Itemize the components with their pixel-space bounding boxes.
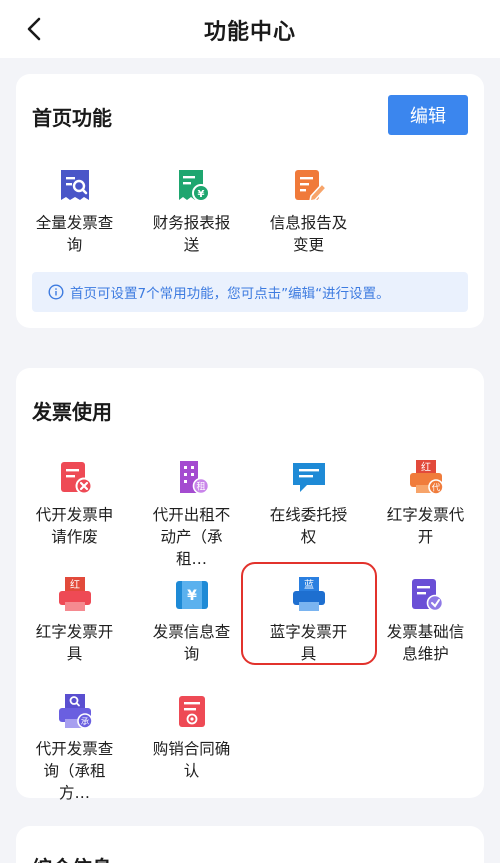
svg-text:红: 红 bbox=[70, 578, 80, 591]
svg-text:红: 红 bbox=[421, 461, 431, 474]
invoice-search-icon bbox=[60, 170, 89, 200]
invoice-item-label: 红字发票开具 bbox=[35, 623, 114, 663]
svg-text:承: 承 bbox=[80, 718, 89, 728]
invoice-item-label: 代开发票查询（承租方… bbox=[35, 740, 114, 802]
invoice-item-label: 购销合同确认 bbox=[152, 740, 231, 780]
invoice-item-void[interactable]: 代开发票申请作废 bbox=[16, 458, 133, 548]
invoice-info-icon: ¥ bbox=[175, 581, 208, 609]
home-tip-banner: 首页可设置7个常用功能，您可点击”编辑“进行设置。 bbox=[32, 272, 468, 312]
highlight-frame bbox=[241, 562, 377, 665]
contract-confirm-icon bbox=[178, 696, 205, 727]
invoice-item-label: 发票基础信息维护 bbox=[386, 623, 465, 663]
invoice-item-red-issue[interactable]: 红 红字发票开具 bbox=[16, 575, 133, 665]
invoice-item-maintain[interactable]: 发票基础信息维护 bbox=[367, 575, 484, 665]
invoice-item-label: 红字发票代开 bbox=[386, 506, 465, 546]
svg-text:¥: ¥ bbox=[197, 189, 204, 200]
home-functions-card: 首页功能 编辑 全量发票查询 ¥ 财务报表报送 信息报告及变更 首页可设置7个常… bbox=[16, 74, 484, 328]
svg-text:¥: ¥ bbox=[187, 588, 197, 604]
invoice-item-label: 代开出租不动产（承租… bbox=[152, 506, 231, 568]
svg-text:租: 租 bbox=[196, 482, 205, 493]
red-invoice-printer-icon: 红 bbox=[58, 577, 91, 611]
section-title-general: 综合信息 bbox=[32, 852, 112, 863]
financial-report-icon: ¥ bbox=[178, 170, 210, 202]
invoice-item-red-proxy[interactable]: 红 代 红字发票代开 bbox=[367, 458, 484, 548]
edit-button[interactable]: 编辑 bbox=[388, 95, 468, 135]
red-invoice-proxy-icon: 红 代 bbox=[409, 460, 444, 495]
invoice-item-contract[interactable]: 购销合同确认 bbox=[133, 692, 250, 782]
proxy-invoice-search-icon: 承 bbox=[58, 694, 93, 729]
home-item-financial-report[interactable]: ¥ 财务报表报送 bbox=[133, 166, 250, 256]
invoice-item-info-query[interactable]: ¥ 发票信息查询 bbox=[133, 575, 250, 665]
invoice-maintain-icon bbox=[411, 579, 443, 612]
home-item-label: 全量发票查询 bbox=[35, 214, 114, 254]
page-title: 功能中心 bbox=[203, 20, 296, 45]
info-icon bbox=[48, 284, 64, 300]
home-tip-text: 首页可设置7个常用功能，您可点击”编辑“进行设置。 bbox=[70, 286, 390, 302]
home-item-report-change[interactable]: 信息报告及变更 bbox=[250, 166, 367, 256]
invoice-item-authorize[interactable]: 在线委托授权 bbox=[250, 458, 367, 548]
building-rent-icon: 租 bbox=[179, 461, 209, 495]
invoice-item-rent[interactable]: 租 代开出租不动产（承租… bbox=[133, 458, 250, 570]
top-bar: 功能中心 bbox=[0, 0, 500, 58]
report-edit-icon bbox=[294, 170, 327, 203]
invoice-item-label: 发票信息查询 bbox=[152, 623, 231, 663]
invoice-item-label: 在线委托授权 bbox=[269, 506, 348, 546]
general-info-card: 综合信息 bbox=[16, 826, 484, 863]
home-item-label: 财务报表报送 bbox=[152, 214, 231, 254]
home-item-label: 信息报告及变更 bbox=[269, 214, 348, 254]
section-title-home: 首页功能 bbox=[32, 106, 112, 130]
invoice-item-label: 代开发票申请作废 bbox=[35, 506, 114, 546]
invoice-item-proxy-query[interactable]: 承 代开发票查询（承租方… bbox=[16, 692, 133, 804]
home-item-invoice-search[interactable]: 全量发票查询 bbox=[16, 166, 133, 256]
section-title-invoice: 发票使用 bbox=[32, 400, 112, 424]
chat-authorize-icon bbox=[292, 463, 325, 492]
invoice-void-icon bbox=[60, 462, 92, 495]
svg-text:代: 代 bbox=[431, 483, 440, 494]
